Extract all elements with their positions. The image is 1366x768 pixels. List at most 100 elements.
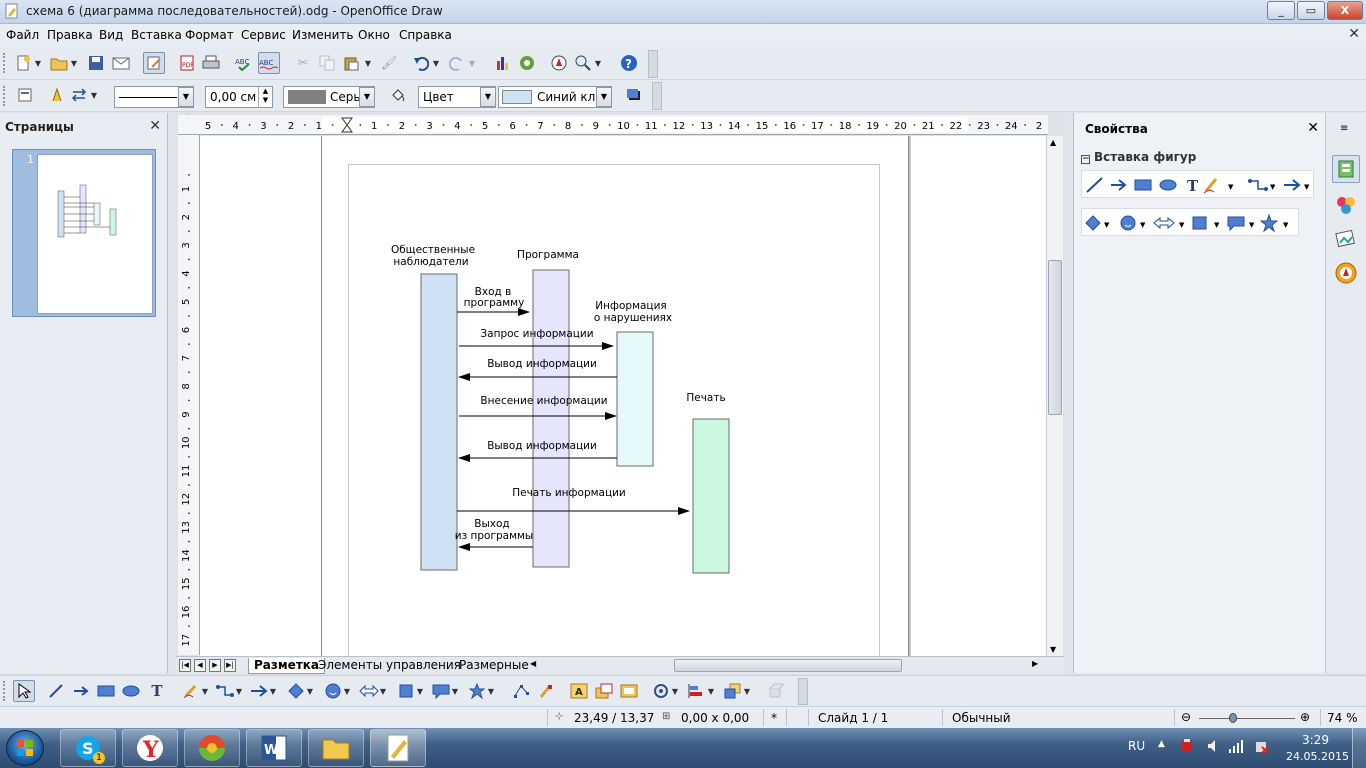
maximize-button[interactable]: ▭ <box>1297 1 1325 20</box>
page-thumbnail[interactable] <box>37 154 153 314</box>
lines-arrows-tool-icon[interactable] <box>248 680 270 702</box>
taskbar-openoffice-draw[interactable] <box>370 729 426 767</box>
email-icon[interactable] <box>110 52 132 74</box>
first-tab-icon[interactable]: |◀ <box>179 659 191 672</box>
lifeline-box-violations[interactable] <box>616 331 654 467</box>
connector-tool-icon[interactable] <box>214 680 236 702</box>
glue-points-icon[interactable] <box>535 680 557 702</box>
line-color-dropdown[interactable]: ▼ <box>359 87 375 107</box>
styles-icon[interactable] <box>14 84 36 106</box>
taskbar-explorer[interactable] <box>308 729 364 767</box>
toolbar-grip[interactable] <box>3 681 7 701</box>
new-dropdown-icon[interactable]: ▼ <box>32 52 44 74</box>
toolbar-overflow[interactable] <box>652 82 662 110</box>
menu-insert[interactable]: Вставка <box>131 28 182 42</box>
minimize-button[interactable]: _ <box>1267 1 1295 20</box>
edit-file-icon[interactable] <box>143 52 165 74</box>
hscroll-left-icon[interactable]: ◀ <box>530 659 536 668</box>
arrange-icon[interactable] <box>722 680 744 702</box>
clone-formatting-icon[interactable]: 🖌 <box>378 52 400 74</box>
fontwork-icon[interactable]: A <box>568 680 590 702</box>
tab-controls[interactable]: Элементы управления <box>313 658 466 674</box>
export-pdf-icon[interactable]: PDF <box>176 52 198 74</box>
styles-tab-icon[interactable] <box>1334 193 1358 220</box>
media-gallery-icon[interactable] <box>516 52 538 74</box>
text-tool-icon[interactable]: T <box>146 680 168 702</box>
menu-window[interactable]: Окно <box>358 28 390 42</box>
open-icon[interactable] <box>48 52 70 74</box>
cut-icon[interactable]: ✂ <box>292 52 314 74</box>
undo-dropdown-icon[interactable]: ▼ <box>430 52 442 74</box>
select-tool-icon[interactable] <box>13 680 35 702</box>
stars-icon[interactable] <box>466 680 488 702</box>
undo-icon[interactable] <box>410 52 432 74</box>
pages-pane-close-icon[interactable]: ✕ <box>149 118 161 134</box>
lifeline-box-observers[interactable] <box>420 273 458 571</box>
align-dropdown-icon[interactable]: ▼ <box>706 680 716 702</box>
prev-tab-icon[interactable]: ◀ <box>194 659 206 672</box>
document-close-icon[interactable]: ✕ <box>1348 26 1360 42</box>
area-style-dropdown[interactable]: ▼ <box>480 87 496 107</box>
curve-tool-icon[interactable] <box>180 680 202 702</box>
ellipse-tool-icon[interactable] <box>1159 179 1177 191</box>
arrow-style-dropdown-icon[interactable]: ▼ <box>88 84 100 106</box>
language-indicator[interactable]: RU <box>1128 739 1145 753</box>
line-tool-icon[interactable] <box>1086 177 1103 193</box>
toolbar-overflow[interactable] <box>798 678 808 705</box>
clock-date[interactable]: 24.05.2015 <box>1286 750 1349 763</box>
taskbar-skype[interactable]: S 1 <box>60 729 116 767</box>
block-arrows-dropdown-icon[interactable]: ▼ <box>378 680 388 702</box>
status-zoom[interactable]: 74 % <box>1327 711 1358 725</box>
callouts-dropdown-icon[interactable]: ▼ <box>450 680 460 702</box>
menu-modify[interactable]: Изменить <box>292 28 354 42</box>
menu-tools[interactable]: Сервис <box>241 28 286 42</box>
status-modified[interactable]: * <box>771 711 777 725</box>
toolbar-grip[interactable] <box>3 53 7 73</box>
left-splitter[interactable] <box>168 113 176 673</box>
area-color-dropdown[interactable]: ▼ <box>596 87 612 107</box>
new-icon[interactable] <box>12 52 34 74</box>
callouts-icon[interactable]: ▼ <box>1227 216 1255 232</box>
vertical-scrollbar[interactable]: ▲ ▼ <box>1046 136 1063 656</box>
lifeline-box-print[interactable] <box>692 418 730 574</box>
menu-help[interactable]: Справка <box>399 28 452 42</box>
zoom-dropdown-icon[interactable]: ▼ <box>592 52 604 74</box>
symbol-shapes-icon[interactable]: ▼ <box>1120 215 1146 231</box>
insert-shapes-section[interactable]: − Вставка фигур <box>1081 150 1196 164</box>
next-tab-icon[interactable]: ▶ <box>209 659 221 672</box>
lines-arrows-tool-icon[interactable]: ▼ <box>1284 179 1310 191</box>
show-desktop-button[interactable] <box>1352 728 1366 768</box>
taskbar-browser[interactable] <box>184 729 240 767</box>
print-icon[interactable] <box>200 52 222 74</box>
autospellcheck-icon[interactable]: ABC <box>258 52 280 74</box>
help-icon[interactable]: ? <box>618 52 640 74</box>
right-splitter[interactable] <box>1064 113 1073 673</box>
gallery-tab-icon[interactable] <box>1334 227 1358 254</box>
line-style-dropdown[interactable]: ▼ <box>178 87 194 107</box>
line-width-spinner[interactable]: ▲ ▼ <box>258 87 272 107</box>
taskbar-word[interactable]: W <box>246 729 302 767</box>
paste-dropdown-icon[interactable]: ▼ <box>362 52 374 74</box>
taskbar-yandex[interactable]: Y <box>122 729 178 767</box>
ellipse-tool-icon[interactable] <box>120 680 142 702</box>
line-tool-icon[interactable] <box>45 680 67 702</box>
paste-icon[interactable] <box>340 52 362 74</box>
block-arrows-icon[interactable]: ▼ <box>1153 216 1185 230</box>
gallery-icon[interactable] <box>618 680 640 702</box>
toolbar-overflow[interactable] <box>648 50 658 78</box>
from-file-icon[interactable] <box>593 680 615 702</box>
block-arrows-icon[interactable] <box>358 680 380 702</box>
stars-dropdown-icon[interactable]: ▼ <box>486 680 496 702</box>
menu-format[interactable]: Формат <box>185 28 234 42</box>
last-tab-icon[interactable]: ▶| <box>224 659 236 672</box>
points-icon[interactable] <box>510 680 532 702</box>
scroll-up-icon[interactable]: ▲ <box>1050 138 1056 147</box>
properties-tab-icon[interactable] <box>1332 155 1360 183</box>
rotate-icon[interactable] <box>650 680 672 702</box>
rotate-dropdown-icon[interactable]: ▼ <box>670 680 680 702</box>
network-signal-icon[interactable] <box>1228 738 1244 757</box>
basic-shapes-icon[interactable]: ▼ <box>1085 215 1110 231</box>
save-icon[interactable] <box>85 52 107 74</box>
symbol-shapes-icon[interactable] <box>322 680 344 702</box>
menu-edit[interactable]: Правка <box>47 28 93 42</box>
